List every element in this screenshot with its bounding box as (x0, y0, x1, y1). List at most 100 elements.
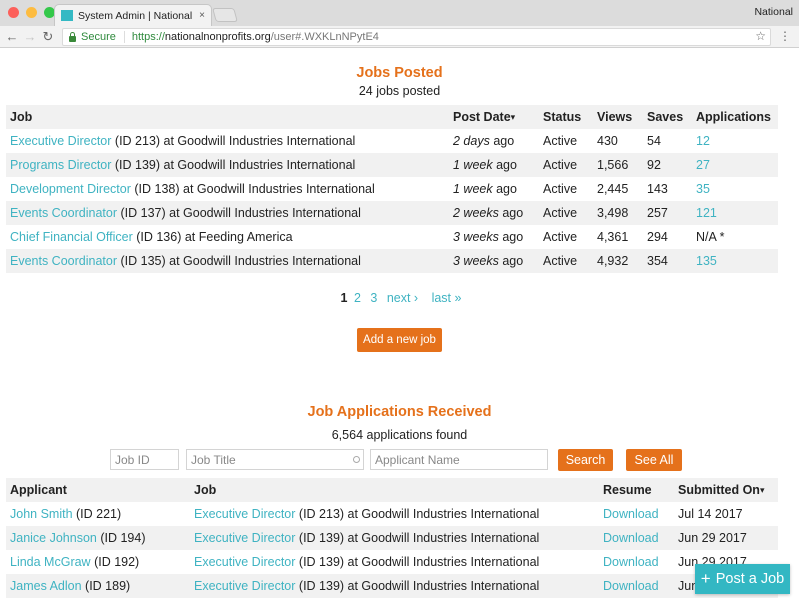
applications-count-link[interactable]: 35 (696, 182, 710, 196)
job-title-link[interactable]: Events Coordinator (10, 254, 117, 268)
forward-arrow-icon[interactable]: → (21, 29, 39, 44)
status-cell: Active (543, 230, 578, 244)
applications-count: 6,564 applications found (331, 428, 468, 442)
application-job-link[interactable]: Executive Director (194, 555, 295, 569)
job-row: Events Coordinator (ID 135) at Goodwill … (6, 249, 778, 273)
applicant-cell: John Smith (ID 221) (6, 502, 190, 526)
status-cell: Active (543, 182, 578, 196)
address-bar[interactable]: Secure https://nationalnonprofits.org/us… (62, 28, 771, 46)
applicant-name-input[interactable] (370, 449, 548, 470)
applicant-name-link[interactable]: Janice Johnson (10, 531, 97, 545)
applicant-name-link[interactable]: James Adlon (10, 579, 82, 593)
col-job[interactable]: Job (6, 105, 449, 129)
bookmark-star-icon[interactable]: ☆ (755, 29, 766, 43)
col-saves[interactable]: Saves (643, 105, 692, 129)
window-controls (8, 7, 55, 18)
lock-icon (69, 31, 76, 42)
post-date-cell: 1 week ago (449, 177, 539, 201)
page-2-link[interactable]: 2 (354, 291, 361, 305)
col-submitted-on[interactable]: Submitted On▾ (674, 478, 778, 502)
applicant-name-link[interactable]: John Smith (10, 507, 73, 521)
resume-download-link[interactable]: Download (603, 531, 659, 545)
applications-count-link[interactable]: 12 (696, 134, 710, 148)
page-3-link[interactable]: 3 (370, 291, 377, 305)
reload-icon[interactable]: ↻ (39, 29, 57, 45)
jobs-posted-title: Jobs Posted (356, 65, 443, 81)
applicant-name-link[interactable]: Linda McGraw (10, 555, 91, 569)
job-title-link[interactable]: Development Director (10, 182, 131, 196)
applications-cell: 121 (692, 201, 778, 225)
see-all-button[interactable]: See All (626, 449, 682, 471)
close-window-button[interactable] (8, 7, 19, 18)
col-resume[interactable]: Resume (599, 478, 674, 502)
application-job-cell: Executive Director (ID 213) at Goodwill … (190, 502, 599, 526)
saves-cell: 143 (647, 182, 668, 196)
post-date-cell: 2 weeks ago (449, 201, 539, 225)
job-title-link[interactable]: Programs Director (10, 158, 111, 172)
post-a-job-button[interactable]: + Post a Job (695, 564, 790, 594)
plus-icon: + (700, 569, 711, 588)
last-page-link[interactable]: last » (432, 291, 462, 305)
views-cell: 2,445 (597, 182, 629, 196)
job-title-link[interactable]: Executive Director (10, 134, 111, 148)
col-post-date[interactable]: Post Date▾ (449, 105, 539, 129)
post-date-amount: 2 days (453, 134, 490, 148)
views-cell: 4,361 (597, 230, 629, 244)
minimize-window-button[interactable] (26, 7, 37, 18)
job-title-clear-icon[interactable] (353, 456, 360, 463)
job-title-input[interactable] (186, 449, 364, 470)
application-job-link[interactable]: Executive Director (194, 579, 295, 593)
job-detail: (ID 137) at Goodwill Industries Internat… (117, 206, 361, 220)
views-cell: 4,932 (593, 249, 643, 273)
resume-cell: Download (599, 574, 674, 598)
resume-download-link[interactable]: Download (603, 555, 659, 569)
job-id-input[interactable] (110, 449, 179, 470)
applicant-cell: Janice Johnson (ID 194) (6, 526, 190, 550)
resume-download-link[interactable]: Download (603, 507, 659, 521)
post-date-cell: 3 weeks ago (449, 225, 539, 249)
job-row: Development Director (ID 138) at Goodwil… (6, 177, 778, 201)
col-views[interactable]: Views (593, 105, 643, 129)
back-arrow-icon[interactable]: ← (3, 29, 21, 44)
status-cell: Active (539, 153, 593, 177)
applications-count-link[interactable]: 121 (696, 206, 717, 220)
job-cell: Programs Director (ID 139) at Goodwill I… (6, 153, 449, 177)
application-job-detail: (ID 213) at Goodwill Industries Internat… (295, 507, 540, 521)
profile-name[interactable]: National (754, 6, 793, 18)
job-detail: (ID 139) at Goodwill Industries Internat… (111, 158, 356, 172)
browser-tab-active[interactable]: System Admin | National Nonpr × (54, 4, 212, 26)
col-applicant[interactable]: Applicant (6, 478, 190, 502)
post-date-suffix: ago (498, 230, 524, 244)
applications-count-link[interactable]: 27 (696, 158, 710, 172)
browser-toolbar: ← → ↻ Secure https://nationalnonprofits.… (0, 26, 799, 48)
col-applications[interactable]: Applications (692, 105, 778, 129)
applications-count-link[interactable]: 135 (696, 254, 717, 268)
post-date-suffix: ago (492, 158, 517, 172)
application-job-link[interactable]: Executive Director (194, 531, 295, 545)
application-row: Janice Johnson (ID 194) Executive Directo… (6, 526, 778, 550)
secure-label: Secure (81, 31, 125, 43)
search-button[interactable]: Search (558, 449, 613, 471)
resume-cell: Download (599, 526, 674, 550)
next-page-link[interactable]: next › (387, 291, 418, 305)
job-title-link[interactable]: Events Coordinator (10, 206, 117, 220)
applications-filters: Search See All (0, 449, 799, 471)
applications-title: Job Applications Received (307, 404, 492, 420)
job-cell: Executive Director (ID 213) at Goodwill … (6, 129, 449, 153)
application-job-link[interactable]: Executive Director (194, 507, 295, 521)
post-date-cell: 1 week ago (449, 153, 539, 177)
post-date-amount: 1 week (453, 182, 493, 196)
col-status[interactable]: Status (539, 105, 593, 129)
resume-download-link[interactable]: Download (603, 579, 659, 593)
browser-menu-icon[interactable]: ⋮ (779, 29, 791, 43)
tab-close-icon[interactable]: × (199, 10, 205, 21)
add-new-job-button[interactable]: Add a new job (357, 328, 442, 352)
job-title-link[interactable]: Chief Financial Officer (10, 230, 133, 244)
new-tab-button[interactable] (212, 8, 238, 22)
url-path: /user#.WXKLnNPytE4 (270, 31, 379, 43)
views-cell: 1,566 (593, 153, 643, 177)
post-date-cell: 2 days ago (449, 129, 539, 153)
applications-cell: 135 (692, 249, 778, 273)
application-row: James Adlon (ID 189) Executive Director (… (6, 574, 778, 598)
col-job[interactable]: Job (190, 478, 599, 502)
